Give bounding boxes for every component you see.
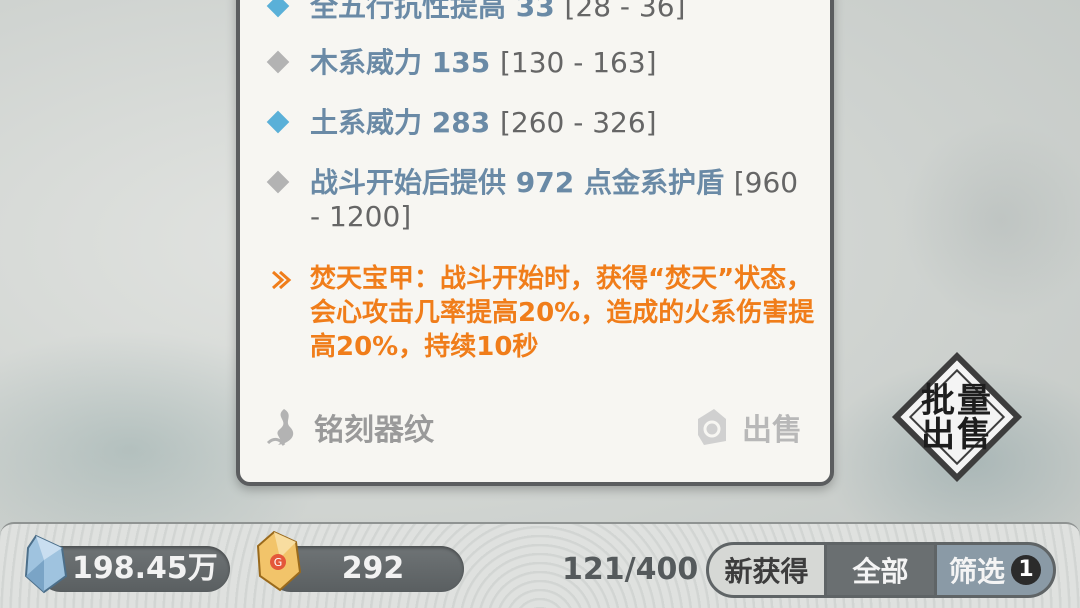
attribute-text: 土系威力 283 <box>310 106 491 139</box>
sell-button[interactable]: 出售 <box>692 402 802 452</box>
batch-sell-label-line2: 出售 <box>921 415 993 455</box>
svg-text:G: G <box>274 556 283 569</box>
attribute-text: 木系威力 135 <box>310 46 491 79</box>
attribute-range: [28 - 36] <box>564 0 686 23</box>
batch-sell-label-line1: 批量 <box>921 381 993 421</box>
engrave-button[interactable]: 铭刻器纹 <box>264 402 434 452</box>
set-bonus-text: 焚天宝甲：战斗开始时，获得“焚天”状态，会心攻击几率提高20%，造成的火系伤害提… <box>310 264 815 362</box>
attribute-row: 土系威力 283 [260 - 326] <box>266 106 815 140</box>
gold-crystal-icon: G <box>256 530 302 592</box>
set-bonus: 焚天宝甲：战斗开始时，获得“焚天”状态，会心攻击几率提高20%，造成的火系伤害提… <box>270 262 815 364</box>
inventory-tab-group: 新获得 全部 筛选 1 <box>706 542 1056 598</box>
sell-tag-icon <box>698 409 726 445</box>
attribute-text: 战斗开始后提供 972 点金系护盾 <box>310 166 724 199</box>
attribute-range: [130 - 163] <box>499 46 657 79</box>
attribute-row: 全五行抗性提高 33 [28 - 36] <box>266 0 815 24</box>
item-detail-panel: 全五行抗性提高 33 [28 - 36] 木系威力 135 [130 - 163… <box>236 0 834 486</box>
tab-new[interactable]: 新获得 <box>709 545 827 595</box>
attribute-row: 木系威力 135 [130 - 163] <box>266 46 815 80</box>
set-bonus-icon <box>270 268 294 292</box>
filter-count-badge: 1 <box>1011 555 1041 585</box>
filter-label: 筛选 <box>948 555 1005 588</box>
batch-sell-button[interactable]: 批量 出售 <box>891 351 1023 483</box>
tab-all[interactable]: 全部 <box>827 545 937 595</box>
inventory-capacity: 121/400 <box>562 552 699 587</box>
tab-new-label: 新获得 <box>724 555 809 588</box>
engrave-icon <box>266 409 294 446</box>
attribute-text: 全五行抗性提高 33 <box>310 0 555 23</box>
blue-crystal-icon <box>24 534 68 594</box>
gem-currency-value: 198.45万 <box>72 551 218 586</box>
engrave-label: 铭刻器纹 <box>314 413 434 448</box>
attribute-row: 战斗开始后提供 972 点金系护盾 [960 - 1200] <box>266 166 815 234</box>
tab-all-label: 全部 <box>852 555 909 588</box>
sell-label: 出售 <box>742 413 802 448</box>
attribute-range: [260 - 326] <box>499 106 657 139</box>
filter-button[interactable]: 筛选 1 <box>937 545 1053 595</box>
